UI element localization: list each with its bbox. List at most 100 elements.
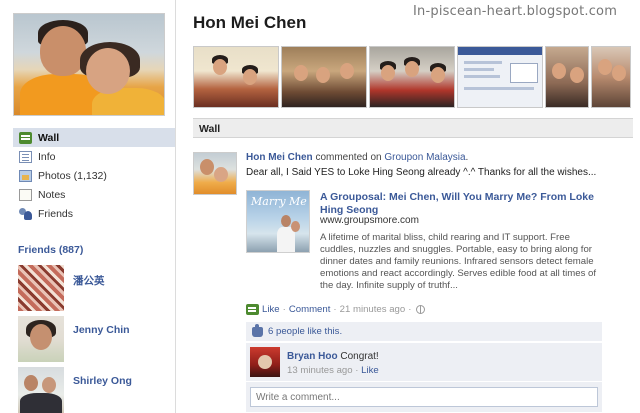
friend-item[interactable]: Shirley Ong	[18, 367, 168, 413]
photo-thumbnail[interactable]	[369, 46, 455, 108]
photo-screenshot-line	[464, 68, 494, 71]
friend-avatar-face	[30, 324, 52, 350]
profile-picture[interactable]	[13, 13, 165, 116]
story-target-link[interactable]: Groupon Malaysia	[384, 152, 465, 163]
photo-screenshot-box	[510, 63, 538, 83]
attachment-thumbnail-figure-head-2	[291, 221, 300, 232]
photo-face	[405, 61, 419, 77]
friend-avatar-face-1	[24, 375, 38, 391]
friend-name[interactable]: Shirley Ong	[73, 375, 132, 387]
photo-face	[213, 59, 227, 75]
nav-item-photos[interactable]: Photos (1,132)	[13, 166, 175, 185]
attachment-title-link[interactable]: A Grouposal: Mei Chen, Will You Marry Me…	[320, 191, 620, 217]
left-column: Wall Info Photos (1,132) Notes Friends F…	[0, 0, 176, 413]
profile-picture-face-1	[40, 26, 86, 76]
photo-thumbnail[interactable]	[545, 46, 589, 108]
profile-picture-face-2	[86, 48, 130, 94]
story-avatar-face-2	[214, 167, 228, 182]
attachment-description: A lifetime of marital bliss, child reari…	[320, 232, 597, 291]
story-message: Dear all, I Said YES to Loke Hing Seong …	[246, 167, 597, 178]
like-icon	[246, 304, 259, 315]
comment-item: Bryan Hoo Congrat! 13 minutes ago · Like	[246, 343, 602, 381]
photo-face	[598, 59, 612, 75]
friend-name[interactable]: 潘公英	[73, 273, 105, 288]
photo-screenshot-line	[464, 87, 534, 90]
attachment-thumbnail-text: Marry Me	[251, 195, 307, 208]
attachment-thumbnail-figure-head	[281, 215, 291, 227]
likes-summary: 6 people like this.	[246, 322, 602, 342]
photo-screenshot-bar	[458, 47, 542, 55]
commenter-name-link[interactable]: Bryan Hoo	[287, 351, 338, 362]
photo-face	[570, 67, 584, 83]
friends-icon	[19, 207, 32, 220]
nav-item-label: Wall	[38, 131, 60, 144]
friend-avatar[interactable]	[18, 316, 64, 362]
story-verb: commented on	[312, 152, 385, 163]
profile-nav: Wall Info Photos (1,132) Notes Friends	[13, 128, 175, 223]
comment-like-link[interactable]: Like	[361, 365, 379, 376]
write-comment-area	[246, 382, 602, 412]
friend-item[interactable]: Jenny Chin	[18, 316, 168, 362]
nav-item-notes[interactable]: Notes	[13, 185, 175, 204]
photo-face	[612, 65, 626, 81]
comment-meta: 13 minutes ago · Like	[287, 365, 379, 376]
photo-face	[552, 63, 566, 79]
nav-item-label: Notes	[38, 188, 66, 201]
separator: ·	[333, 304, 337, 315]
nav-item-label: Photos (1,132)	[38, 169, 107, 182]
wall-icon	[19, 131, 32, 144]
like-link[interactable]: Like	[262, 304, 280, 315]
nav-item-label: Friends	[38, 207, 74, 220]
photo-thumbnail[interactable]	[457, 46, 543, 108]
info-icon	[19, 150, 32, 163]
page-title: Hon Mei Chen	[193, 13, 307, 32]
friend-item[interactable]: 潘公英	[18, 265, 168, 311]
photo-strip	[193, 46, 631, 108]
nav-item-friends[interactable]: Friends	[13, 204, 175, 223]
separator: ·	[408, 304, 412, 315]
comment-link[interactable]: Comment	[289, 304, 331, 315]
story-timestamp[interactable]: 21 minutes ago	[340, 304, 406, 315]
comment-text: Congrat!	[340, 351, 379, 362]
photo-thumbnail[interactable]	[591, 46, 631, 108]
friends-heading[interactable]: Friends (887)	[18, 244, 83, 256]
friend-avatar-body	[20, 393, 62, 413]
story-actions: Like · Comment · 21 minutes ago ·	[246, 304, 426, 315]
photo-screenshot-line	[464, 61, 502, 64]
photo-thumbnail[interactable]	[281, 46, 367, 108]
friend-avatar-face-2	[42, 377, 56, 393]
privacy-globe-icon[interactable]	[416, 305, 426, 314]
wall-section-header: Wall	[193, 118, 633, 138]
separator: ·	[355, 365, 359, 376]
commenter-avatar-face	[258, 355, 272, 369]
story-target-suffix: .	[465, 152, 469, 163]
comment-body: Bryan Hoo Congrat!	[287, 351, 379, 362]
commenter-avatar[interactable]	[250, 347, 280, 377]
friend-avatar[interactable]	[18, 367, 64, 413]
comment-timestamp[interactable]: 13 minutes ago	[287, 365, 353, 376]
photo-face	[340, 63, 354, 79]
nav-item-wall[interactable]: Wall	[13, 128, 175, 147]
write-comment-input[interactable]	[250, 387, 598, 407]
notes-icon	[19, 188, 32, 201]
photo-screenshot-line	[464, 75, 500, 78]
nav-item-info[interactable]: Info	[13, 147, 175, 166]
attachment-thumbnail[interactable]: Marry Me	[246, 190, 310, 253]
story-avatar-face-1	[200, 159, 214, 175]
friend-name[interactable]: Jenny Chin	[73, 324, 130, 336]
likes-count-link[interactable]: 6 people like this.	[268, 326, 342, 337]
photo-face	[316, 67, 330, 83]
nav-item-label: Info	[38, 150, 56, 163]
watermark: In-piscean-heart.blogspot.com	[413, 4, 618, 19]
photos-icon	[19, 169, 32, 182]
photo-face	[381, 65, 395, 81]
thumbs-up-icon	[252, 323, 263, 337]
friend-avatar[interactable]	[18, 265, 64, 311]
story-header: Hon Mei Chen commented on Groupon Malays…	[246, 152, 468, 163]
attachment-url: www.groupsmore.com	[320, 215, 419, 226]
photo-thumbnail[interactable]	[193, 46, 279, 108]
story-author-link[interactable]: Hon Mei Chen	[246, 152, 313, 163]
photo-face	[431, 67, 445, 83]
photo-face	[243, 69, 257, 85]
story-author-avatar[interactable]	[193, 152, 237, 195]
